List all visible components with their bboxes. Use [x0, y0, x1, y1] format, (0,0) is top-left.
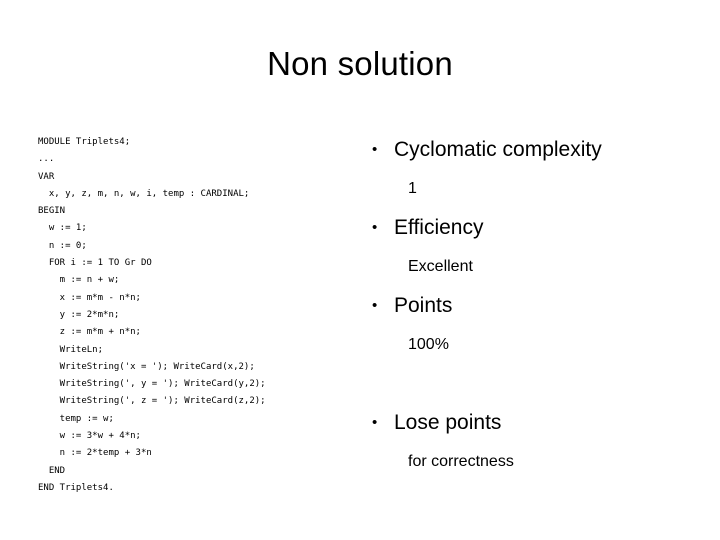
code-line: WriteString('x = '); WriteCard(x,2);	[38, 361, 255, 372]
bullet-item: Excellent	[364, 247, 704, 286]
bullet-item: • Points	[364, 286, 704, 325]
bullet-list: • Cyclomatic complexity 1 • Efficiency Excell…	[364, 130, 704, 481]
code-line: m := n + w;	[38, 275, 120, 286]
code-line: n := 2*temp + 3*n	[38, 448, 152, 459]
code-line: temp := w;	[38, 413, 114, 424]
bullet-item: • Cyclomatic complexity	[364, 130, 704, 169]
code-line: z := m*m + n*n;	[38, 327, 141, 338]
code-line: END Triplets4.	[38, 482, 114, 493]
bullet-item: 100%	[364, 325, 704, 364]
code-line: WriteString(', z = '); WriteCard(z,2);	[38, 396, 266, 407]
code-line: y := 2*m*n;	[38, 309, 120, 320]
code-line: w := 3*w + 4*n;	[38, 431, 141, 442]
code-line: x := m*m - n*n;	[38, 292, 141, 303]
code-line: MODULE Triplets4;	[38, 137, 131, 147]
code-line: n := 0;	[38, 240, 87, 251]
code-line: x, y, z, m, n, w, i, temp : CARDINAL;	[38, 188, 250, 199]
bullet-item-label: 100%	[408, 336, 449, 353]
bullet-dot-icon: •	[372, 141, 378, 158]
bullet-item: for correctness	[364, 442, 704, 481]
code-line: w := 1;	[38, 223, 87, 234]
presentation-slide: Non solution MODULE Triplets4;... VAR x, …	[0, 0, 720, 540]
code-line: FOR i := 1 TO Gr DO	[38, 258, 152, 269]
code-line: VAR	[38, 171, 55, 182]
slide-title: Non solution	[267, 45, 453, 82]
code-line: ...	[38, 154, 55, 165]
bullet-item: 1	[364, 169, 704, 208]
code-listing: MODULE Triplets4;... VAR x, y, z, m, n, w…	[38, 134, 338, 497]
bullet-item-label: Excellent	[408, 258, 473, 275]
bullet-spacer	[364, 364, 704, 403]
bullet-item-label: 1	[408, 180, 417, 197]
bullet-item-label: Cyclomatic complexity	[394, 138, 602, 161]
code-line: WriteString(', y = '); WriteCard(y,2);	[38, 379, 266, 390]
bullet-item-label: Points	[394, 294, 453, 317]
code-line: WriteLn;	[38, 344, 104, 355]
bullet-dot-icon: •	[372, 414, 378, 431]
bullet-item: • Efficiency	[364, 208, 704, 247]
bullet-item: • Lose points	[364, 403, 704, 442]
bullet-dot-icon: •	[372, 219, 378, 236]
bullet-item-label: Lose points	[394, 411, 502, 434]
bullet-dot-icon: •	[372, 297, 378, 314]
code-line: END	[38, 465, 66, 476]
bullet-item-label: Efficiency	[394, 216, 484, 239]
code-line: BEGIN	[38, 206, 66, 217]
bullet-item-label: for correctness	[408, 453, 514, 470]
